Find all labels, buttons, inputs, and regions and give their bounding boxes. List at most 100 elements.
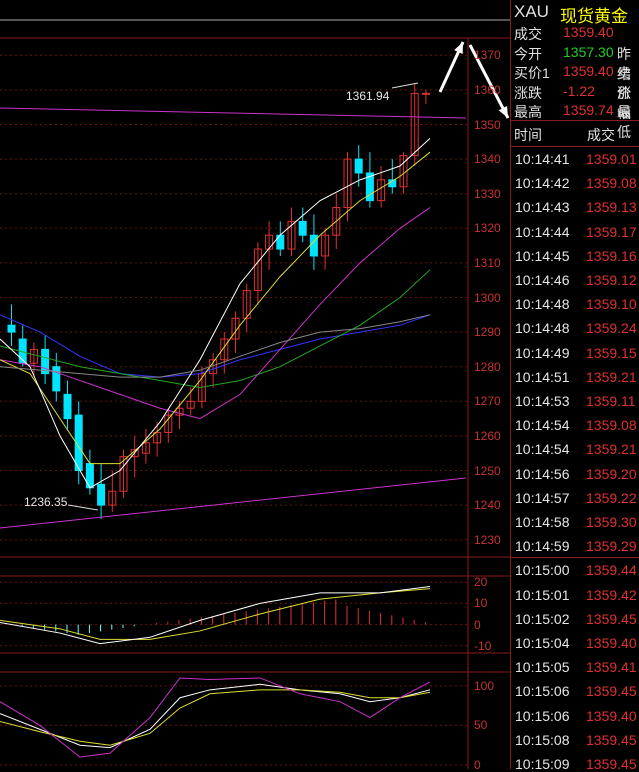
- tick-time: 10:14:56: [515, 465, 570, 482]
- tick-price: 1359.11: [586, 393, 636, 409]
- tick-time: 10:15:09: [515, 756, 570, 772]
- tick-price: 1359.45: [586, 731, 637, 748]
- ticks-header-divider: [511, 146, 639, 147]
- tick-time: 10:15:06: [515, 683, 570, 700]
- quote-value: 1359.74: [563, 102, 614, 118]
- tick-time: 10:15:02: [515, 610, 570, 627]
- tick-time: 10:15:01: [515, 586, 570, 603]
- main-axis-tick: 1280: [474, 359, 501, 374]
- kdj-axis-tick: 0: [474, 758, 481, 772]
- candle-body: [298, 220, 307, 236]
- main-axis-tick: 1230: [474, 532, 501, 547]
- tick-price: 1359.42: [586, 586, 637, 603]
- tick-time: 10:14:48: [515, 320, 570, 337]
- high-pointer: [391, 82, 419, 89]
- main-axis-tick: 1240: [474, 498, 501, 513]
- main-axis-tick: 1310: [474, 255, 501, 270]
- candle-body: [52, 366, 61, 392]
- tick-price: 1359.01: [586, 151, 637, 167]
- tick-price: 1359.15: [586, 344, 637, 361]
- tick-price: 1359.29: [586, 538, 637, 555]
- candle-body: [354, 158, 363, 174]
- candle-body: [421, 92, 430, 95]
- quote-label: 最高: [514, 104, 542, 120]
- main-axis-tick: 1350: [474, 117, 501, 132]
- ticks-section-divider: [511, 557, 639, 558]
- quote-panel: XAU 现货黄金 成交 1359.40 今开 1357.30 昨结 买价1 1359.40 卖…: [511, 0, 639, 772]
- tick-time: 10:15:06: [515, 707, 570, 724]
- quote-value: 1357.30: [563, 43, 614, 60]
- kdj-d-line: [0, 689, 431, 746]
- macd-axis-tick: 0: [474, 617, 481, 632]
- tick-price: 1359.12: [586, 272, 637, 288]
- high-annotation: 1361.94: [346, 89, 390, 103]
- tick-price: 1359.21: [586, 441, 637, 458]
- tick-time: 10:14:43: [515, 199, 570, 216]
- tick-price: 1359.30: [586, 514, 637, 530]
- tick-price: 1359.17: [586, 223, 637, 240]
- quote-side-label: 最低: [617, 104, 631, 140]
- main-axis-tick: 1250: [474, 463, 501, 478]
- tick-time: 10:14:54: [515, 417, 570, 434]
- tick-price: 1359.08: [586, 175, 637, 192]
- macd-dif-line: [0, 585, 431, 645]
- tick-time: 10:14:54: [515, 441, 570, 458]
- tick-time: 10:14:42: [515, 175, 570, 192]
- kdj-axis-tick: 50: [474, 718, 488, 733]
- quote-label: 涨跌: [514, 84, 542, 101]
- main-axis-tick: 1330: [474, 186, 501, 201]
- macd-axis-tick: 20: [474, 575, 488, 590]
- ticks-header-price: 成交: [587, 127, 615, 143]
- ma-green-line: [0, 269, 431, 388]
- trend-line-lower: [0, 477, 467, 529]
- tick-time: 10:14:57: [515, 489, 570, 506]
- quote-label: 买价1: [514, 65, 550, 81]
- tick-price: 1359.13: [586, 199, 637, 216]
- main-axis-tick: 1370: [474, 48, 501, 63]
- main-axis-tick: 1270: [474, 394, 501, 409]
- price-chart[interactable]: [0, 0, 511, 769]
- tick-price: 1359.24: [586, 320, 637, 337]
- macd-axis-tick: -10: [474, 638, 492, 653]
- macd-axis-tick: 10: [474, 596, 488, 611]
- tick-price: 1359.20: [586, 465, 637, 482]
- tick-price: 1359.10: [586, 296, 637, 313]
- low-annotation: 1236.35: [24, 495, 68, 509]
- tick-time: 10:14:59: [515, 538, 570, 555]
- low-pointer: [67, 504, 99, 511]
- kdj-j-line: [0, 677, 431, 758]
- ma-gray-line: [0, 314, 431, 378]
- ma-magenta-line: [0, 207, 431, 420]
- tick-price: 1359.45: [586, 683, 637, 700]
- tick-time: 10:14:45: [515, 247, 570, 264]
- quote-value: -1.22: [563, 82, 595, 99]
- ma-white-line: [0, 137, 431, 489]
- tick-time: 10:14:46: [515, 272, 570, 288]
- tick-price: 1359.44: [586, 562, 637, 579]
- tick-price: 1359.21: [586, 368, 637, 385]
- quote-label: 成交: [514, 26, 542, 42]
- quote-value: 1359.40: [563, 24, 614, 40]
- ticks-header-time: 时间: [514, 127, 542, 143]
- quote-label: 今开: [514, 45, 542, 62]
- tick-price: 1359.40: [586, 635, 637, 651]
- tick-time: 10:14:53: [515, 393, 570, 409]
- quote-divider: [511, 120, 639, 121]
- tick-time: 10:14:44: [515, 223, 570, 240]
- quote-value: 1359.40: [563, 63, 614, 79]
- candle-body: [97, 483, 106, 506]
- tick-price: 1359.08: [586, 417, 637, 434]
- ma-blue-line: [0, 314, 431, 378]
- tick-price: 1359.40: [586, 707, 637, 724]
- main-axis-tick: 1340: [474, 152, 501, 167]
- tick-time: 10:15:08: [515, 731, 570, 748]
- tick-time: 10:14:48: [515, 296, 570, 313]
- tick-price: 1359.45: [586, 610, 637, 627]
- tick-time: 10:14:51: [515, 368, 570, 385]
- main-axis-tick: 1260: [474, 428, 501, 443]
- tick-time: 10:14:58: [515, 514, 570, 530]
- tick-time: 10:14:41: [515, 151, 570, 167]
- candle-body: [7, 324, 16, 333]
- trend-line-upper: [0, 107, 467, 119]
- tick-price: 1359.16: [586, 247, 637, 264]
